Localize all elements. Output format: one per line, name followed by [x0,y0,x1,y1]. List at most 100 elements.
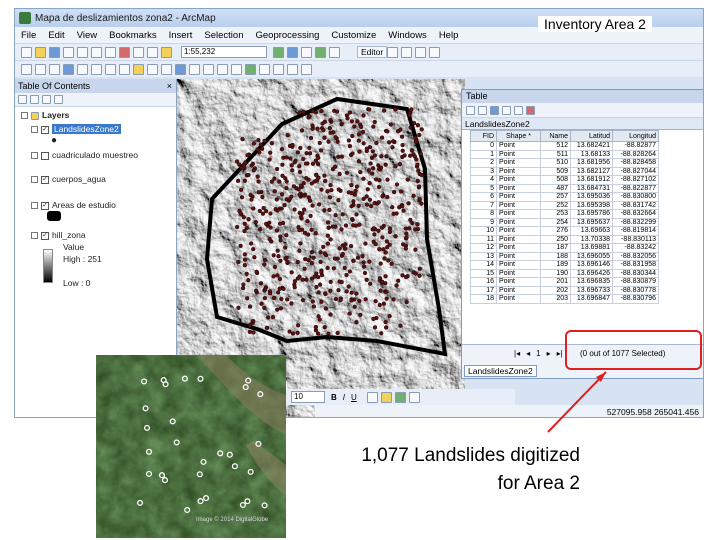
landslide-point[interactable] [381,301,387,306]
landslide-point[interactable] [353,223,358,228]
landslide-point[interactable] [361,176,366,181]
python-icon[interactable] [329,46,340,58]
landslide-point[interactable] [277,276,283,282]
landslide-point[interactable] [276,254,281,259]
landslide-point[interactable] [396,278,401,283]
landslide-point[interactable] [406,201,411,206]
landslide-point[interactable] [284,155,289,160]
landslide-point[interactable] [394,283,399,288]
landslide-point[interactable] [304,175,309,181]
viewer-icon[interactable] [273,63,284,75]
landslide-point[interactable] [307,145,312,151]
landslide-point[interactable] [346,138,352,143]
landslide-point[interactable] [270,314,276,320]
landslide-point[interactable] [310,161,316,166]
landslide-point[interactable] [277,179,282,184]
landslide-point[interactable] [399,134,405,139]
landslide-point[interactable] [326,225,331,230]
delete-icon[interactable] [119,46,130,58]
landslide-point[interactable] [412,154,417,159]
copy-icon[interactable] [91,46,102,58]
landslide-point[interactable] [400,273,405,278]
landslide-point[interactable] [247,304,253,309]
fixed-zoom-out-icon[interactable] [91,63,102,75]
table-row[interactable]: 15 Point 190 13.696426 -88.830344 [470,268,659,278]
landslide-point[interactable] [262,295,268,301]
landslide-point[interactable] [413,247,418,252]
landslide-point[interactable] [307,151,313,156]
landslide-point[interactable] [372,119,377,125]
landslide-point[interactable] [388,122,393,127]
table-of-contents-icon[interactable] [287,46,298,58]
toc-layer-cuerpos-agua[interactable]: ✓ cuerpos_agua [31,174,106,184]
landslide-point[interactable] [326,139,331,144]
landslide-point[interactable] [267,236,272,242]
landslide-point[interactable] [390,145,395,150]
landslide-point[interactable] [317,282,323,287]
landslide-point[interactable] [367,107,372,112]
italic-icon[interactable]: I [343,393,345,402]
landslide-point[interactable] [309,261,315,266]
back-icon[interactable] [105,63,116,75]
landslide-point[interactable] [328,288,333,293]
landslide-point[interactable] [318,259,323,265]
landslide-point[interactable] [264,221,269,227]
landslide-point[interactable] [262,138,267,144]
landslide-point[interactable] [327,125,332,131]
landslide-point[interactable] [259,146,265,151]
landslide-point[interactable] [367,181,372,186]
collapse-icon[interactable] [31,232,38,240]
landslide-point[interactable] [360,254,365,259]
landslide-point[interactable] [352,304,357,309]
find-icon[interactable] [189,63,200,75]
landslide-point[interactable] [377,247,382,252]
landslide-point[interactable] [314,173,319,178]
landslide-point[interactable] [315,331,321,336]
landslide-point[interactable] [335,139,340,144]
landslide-point[interactable] [272,176,277,181]
landslide-point[interactable] [251,206,256,211]
landslide-point[interactable] [403,274,409,280]
landslide-point[interactable] [295,276,301,281]
landslide-point[interactable] [250,161,256,167]
landslide-point[interactable] [268,150,273,155]
landslide-point[interactable] [403,246,408,251]
landslide-point[interactable] [279,192,285,197]
landslide-point[interactable] [354,184,360,189]
landslide-point[interactable] [418,151,423,157]
fill-color-icon[interactable] [380,391,392,403]
table-row[interactable]: 1 Point 511 13.68133 -88.828264 [470,149,659,159]
table-row[interactable]: 14 Point 189 13.696146 -88.831958 [470,260,659,270]
html-popup-icon[interactable] [231,63,242,75]
landslide-point[interactable] [344,113,350,118]
sketch-tool-icon[interactable] [401,46,413,58]
landslide-point[interactable] [302,230,308,235]
landslide-point[interactable] [305,219,310,224]
landslide-point[interactable] [365,187,370,192]
landslide-point[interactable] [321,127,326,133]
landslide-point[interactable] [272,264,278,270]
landslide-point[interactable] [300,277,305,282]
landslide-point[interactable] [297,192,302,197]
landslide-point[interactable] [262,257,268,263]
menu-insert[interactable]: Insert [169,30,193,41]
landslide-point[interactable] [278,234,283,239]
list-by-source-icon[interactable] [30,95,39,104]
landslide-point[interactable] [351,258,356,263]
landslide-point[interactable] [256,179,261,184]
landslide-point[interactable] [284,185,289,191]
font-size-select[interactable]: 10 [291,391,325,403]
landslide-point[interactable] [292,285,297,290]
landslide-point[interactable] [301,156,306,162]
landslide-point[interactable] [242,178,248,183]
landslide-point[interactable] [321,244,326,250]
landslide-point[interactable] [342,246,348,251]
landslide-point[interactable] [292,160,297,165]
landslide-point[interactable] [347,110,353,115]
landslide-point[interactable] [349,190,354,196]
landslide-point[interactable] [343,223,349,228]
landslide-point[interactable] [355,255,361,260]
landslide-point[interactable] [241,215,246,220]
landslide-point[interactable] [383,325,389,330]
reshape-icon[interactable] [415,46,427,58]
